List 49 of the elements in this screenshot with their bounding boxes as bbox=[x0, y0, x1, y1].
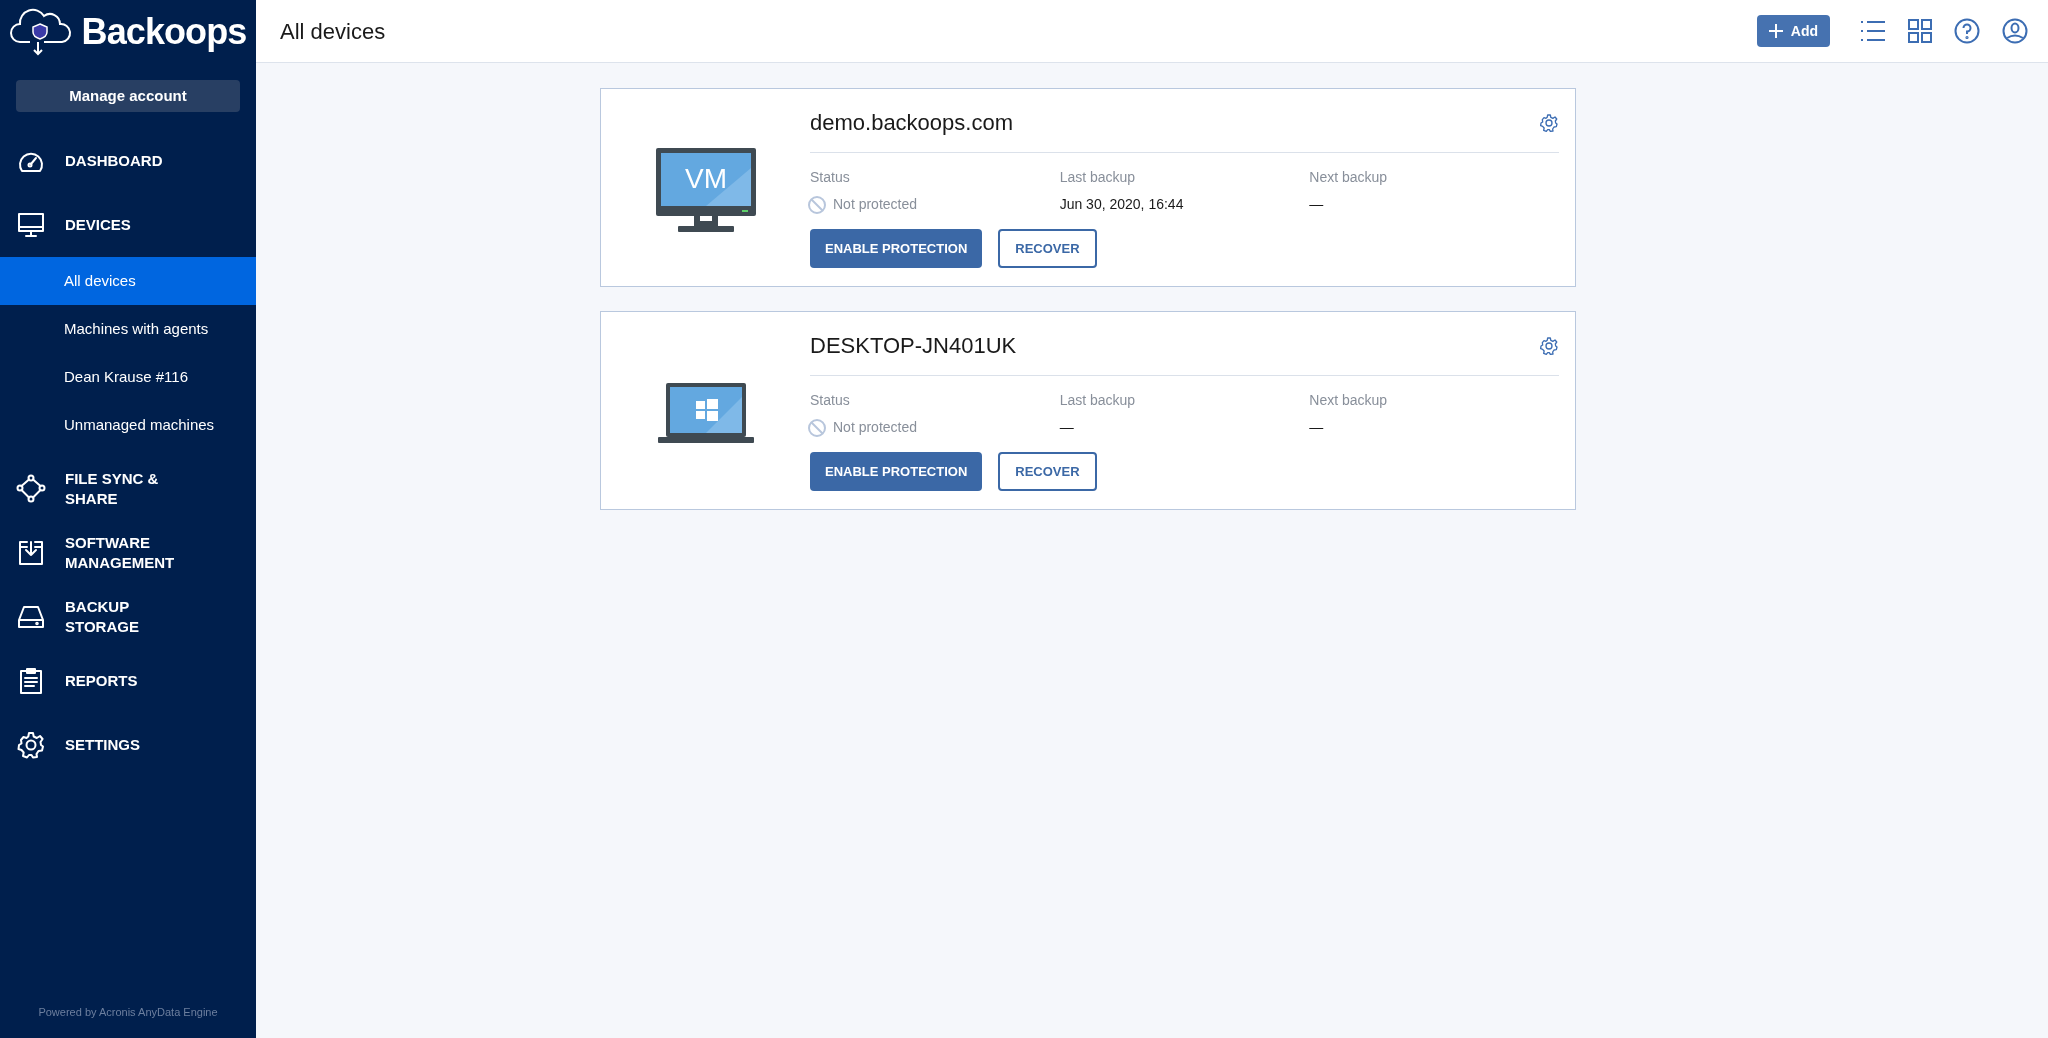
field-value: Jun 30, 2020, 16:44 bbox=[1059, 195, 1184, 214]
recover-button[interactable]: RECOVER bbox=[998, 229, 1097, 268]
field-value: — bbox=[1059, 418, 1074, 437]
field-label: Next backup bbox=[1309, 168, 1388, 187]
field-label: Last backup bbox=[1059, 168, 1136, 187]
nav-item[interactable]: SOFTWARE MANAGEMENT bbox=[0, 521, 256, 585]
nav-item[interactable]: DEVICES bbox=[0, 193, 256, 257]
status-text: Not protected bbox=[833, 195, 918, 214]
user-account-icon[interactable] bbox=[2002, 18, 2028, 44]
device-name: demo.backoops.com bbox=[810, 109, 1013, 137]
settings-icon[interactable] bbox=[1539, 113, 1559, 133]
powered-by-text: Powered by Acronis AnyData Engine bbox=[37, 1004, 219, 1020]
nav-item[interactable]: REPORTS bbox=[0, 649, 256, 713]
nodes-icon bbox=[16, 474, 46, 504]
list-view-icon[interactable] bbox=[1860, 19, 1886, 43]
settings-icon[interactable] bbox=[1539, 336, 1559, 356]
brand-name: Backoops bbox=[81, 14, 247, 50]
page-title: All devices bbox=[280, 17, 386, 46]
nav-item[interactable]: BACKUP STORAGE bbox=[0, 585, 256, 649]
field-value: — bbox=[1309, 195, 1324, 214]
settings-icon bbox=[16, 730, 46, 760]
manage-account-button[interactable]: Manage account bbox=[16, 80, 240, 112]
prohibited-icon bbox=[807, 417, 827, 438]
grid-view-icon[interactable] bbox=[1908, 19, 1932, 43]
enable-protection-button[interactable]: ENABLE PROTECTION bbox=[810, 229, 983, 268]
cloud-shield-logo-icon bbox=[9, 6, 74, 58]
field-label: Next backup bbox=[1309, 391, 1388, 410]
nav-item[interactable]: FILE SYNC & SHARE bbox=[0, 457, 256, 521]
nav-subitem[interactable]: All devices bbox=[0, 257, 256, 305]
help-icon[interactable] bbox=[1954, 18, 1980, 44]
field-label: Last backup bbox=[1059, 391, 1136, 410]
download-box-icon bbox=[16, 538, 46, 568]
nav-subitem[interactable]: Dean Krause #116 bbox=[0, 353, 256, 401]
field-value: — bbox=[1309, 418, 1324, 437]
nav-item[interactable]: DASHBOARD bbox=[0, 129, 256, 193]
device-name: DESKTOP-JN401UK bbox=[810, 332, 1017, 360]
nav-item[interactable]: SETTINGS bbox=[0, 713, 256, 777]
monitor-icon bbox=[16, 210, 46, 240]
field-label: Status bbox=[810, 168, 850, 187]
prohibited-icon bbox=[807, 194, 827, 215]
monitor-drawing: VM bbox=[655, 147, 756, 234]
nav-subitem[interactable]: Unmanaged machines bbox=[0, 401, 256, 449]
status-text: Not protected bbox=[833, 418, 918, 437]
enable-protection-button[interactable]: ENABLE PROTECTION bbox=[810, 452, 983, 491]
plus-icon bbox=[1768, 24, 1783, 38]
nav-subitem[interactable]: Machines with agents bbox=[0, 305, 256, 353]
recover-button[interactable]: RECOVER bbox=[998, 452, 1097, 491]
add-button[interactable]: Add bbox=[1756, 15, 1830, 47]
field-label: Status bbox=[810, 391, 850, 410]
